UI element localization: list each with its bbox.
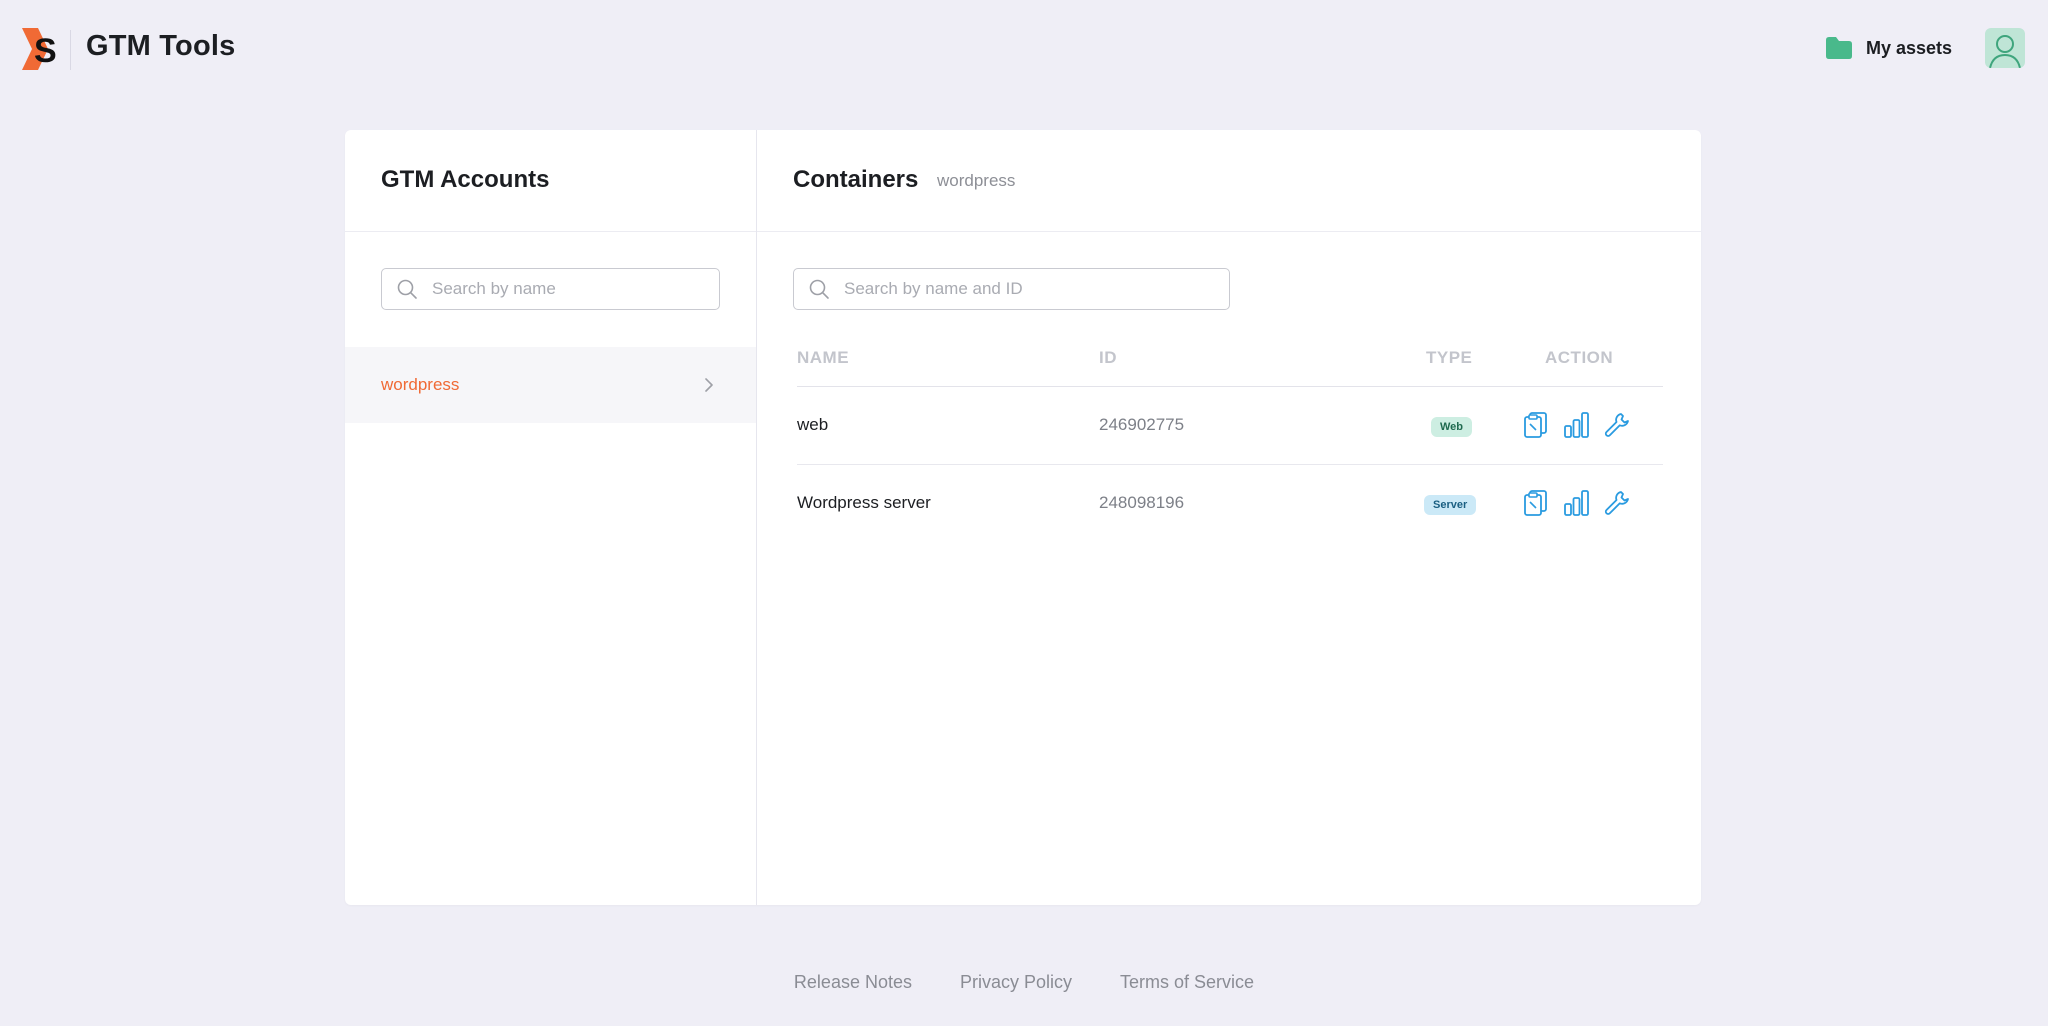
containers-account-name: wordpress [937,171,1016,190]
container-name[interactable]: Wordpress server [797,493,931,513]
accounts-search[interactable] [381,268,720,310]
user-avatar-icon [1989,35,2021,68]
bar-chart-icon[interactable] [1563,489,1590,517]
containers-search-input[interactable] [844,279,1229,299]
search-icon [809,279,829,299]
bar-chart-icon[interactable] [1563,411,1590,439]
top-header: S GTM Tools My assets [0,0,2048,100]
release-notes-link[interactable]: Release Notes [794,972,912,993]
svg-text:S: S [34,32,57,70]
brand-divider [70,30,71,70]
container-id: 246902775 [1099,415,1185,434]
accounts-panel: GTM Accounts wordpress [345,130,757,905]
app-title: GTM Tools [86,30,236,62]
accounts-search-input[interactable] [432,279,719,299]
containers-title: Containers [793,166,919,193]
row-actions [1522,411,1631,439]
container-name[interactable]: web [797,415,828,435]
stape-logo-icon[interactable]: S [22,28,60,70]
containers-panel: Containers wordpress NAME ID TYPE ACTION… [757,130,1701,905]
search-icon [397,279,417,299]
footer-links: Release Notes Privacy Policy Terms of Se… [0,972,2048,993]
user-avatar[interactable] [1985,28,2025,68]
table-row[interactable]: Wordpress server 248098196 Server [797,465,1663,543]
containers-panel-header: Containers wordpress [757,130,1701,232]
wrench-icon[interactable] [1604,489,1631,517]
wrench-icon[interactable] [1604,411,1631,439]
main-card: GTM Accounts wordpress Containers wordpr… [345,130,1701,905]
terms-of-service-link[interactable]: Terms of Service [1120,972,1254,993]
folder-icon [1826,37,1852,59]
chevron-right-icon [705,378,713,392]
column-header-type[interactable]: TYPE [1426,348,1472,368]
row-actions [1522,489,1631,517]
column-header-name[interactable]: NAME [797,348,849,368]
column-header-action: ACTION [1545,348,1614,367]
column-header-id[interactable]: ID [1099,348,1117,368]
accounts-title: GTM Accounts [381,166,550,193]
clipboard-icon[interactable] [1522,411,1549,439]
type-badge-server: Server [1424,495,1477,515]
type-badge-web: Web [1431,417,1473,437]
accounts-panel-header: GTM Accounts [345,130,756,232]
containers-search[interactable] [793,268,1230,310]
table-row[interactable]: web 246902775 Web [797,387,1663,465]
clipboard-icon[interactable] [1522,489,1549,517]
privacy-policy-link[interactable]: Privacy Policy [960,972,1072,993]
account-name: wordpress [381,375,460,394]
container-id: 248098196 [1099,493,1185,512]
my-assets-label: My assets [1866,37,1953,58]
account-item-wordpress[interactable]: wordpress [345,347,756,423]
my-assets-link[interactable]: My assets [1826,34,1952,62]
